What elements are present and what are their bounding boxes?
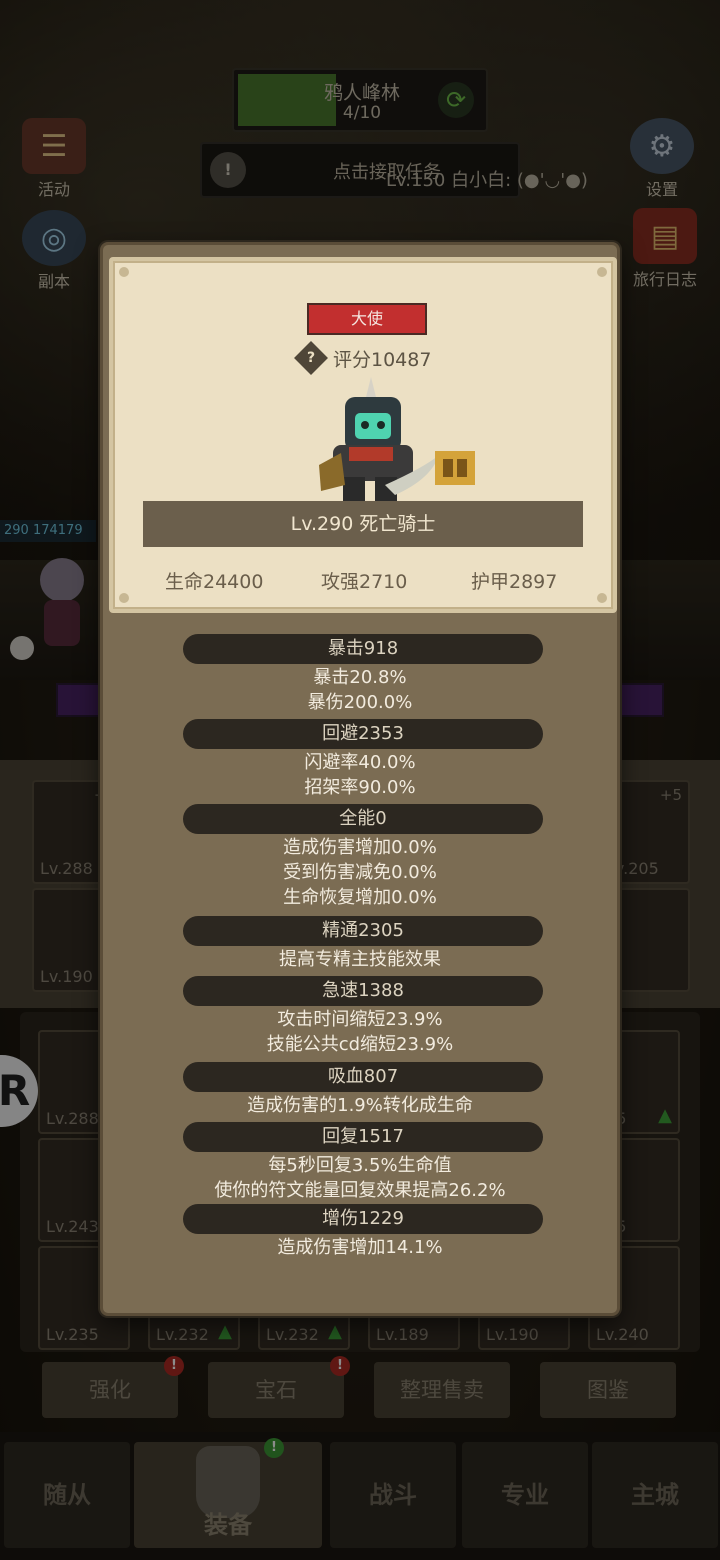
section-header-avoidance: 回避2353 <box>183 719 543 749</box>
section-header-lifesteal: 吸血807 <box>183 1062 543 1092</box>
stat-line: 技能公共cd缩短23.9% <box>266 1034 454 1055</box>
character-name-banner: Lv.290 死亡骑士 <box>143 501 583 547</box>
stat-armor: 护甲2897 <box>471 571 558 593</box>
rank-badge: 大使 <box>307 303 427 335</box>
section-header-regen: 回复1517 <box>183 1122 543 1152</box>
section-header-crit: 暴击918 <box>183 634 543 664</box>
section-header-haste: 急速1388 <box>183 976 543 1006</box>
stat-line: 暴伤200.0% <box>307 692 413 713</box>
card-rivet <box>597 267 607 277</box>
stat-line: 受到伤害减免0.0% <box>283 862 437 883</box>
stat-line: 造成伤害增加0.0% <box>283 837 437 858</box>
help-icon[interactable]: ? <box>294 341 328 375</box>
stat-line: 闪避率40.0% <box>304 752 416 773</box>
section-header-versatility: 全能0 <box>183 804 543 834</box>
card-rivet <box>119 267 129 277</box>
stat-attack-power: 攻强2710 <box>321 571 408 593</box>
section-header-mastery: 精通2305 <box>183 916 543 946</box>
stat-hp: 生命24400 <box>165 571 264 593</box>
score-text: 评分10487 <box>333 348 432 371</box>
character-stats-popup: 大使 ? 评分10487 Lv.290 死亡骑士 生命24400 攻强2710 … <box>100 242 620 1316</box>
death-knight-portrait <box>319 377 475 505</box>
stat-line: 每5秒回复3.5%生命值 <box>268 1155 452 1176</box>
stat-line: 造成伤害增加14.1% <box>277 1237 443 1258</box>
stat-line: 使你的符文能量回复效果提高26.2% <box>214 1180 506 1201</box>
stat-line: 提高专精主技能效果 <box>279 949 441 970</box>
score-row: ? 评分10487 <box>294 341 432 375</box>
stat-line: 招架率90.0% <box>304 777 416 798</box>
character-card: 大使 ? 评分10487 Lv.290 死亡骑士 生命24400 攻强2710 … <box>109 257 617 613</box>
card-rivet <box>597 593 607 603</box>
stat-line: 生命恢复增加0.0% <box>283 887 437 908</box>
section-header-damage-bonus: 增伤1229 <box>183 1204 543 1234</box>
stat-line: 攻击时间缩短23.9% <box>277 1009 443 1030</box>
stat-line: 造成伤害的1.9%转化成生命 <box>247 1095 473 1116</box>
stat-line: 暴击20.8% <box>313 667 407 688</box>
card-rivet <box>119 593 129 603</box>
